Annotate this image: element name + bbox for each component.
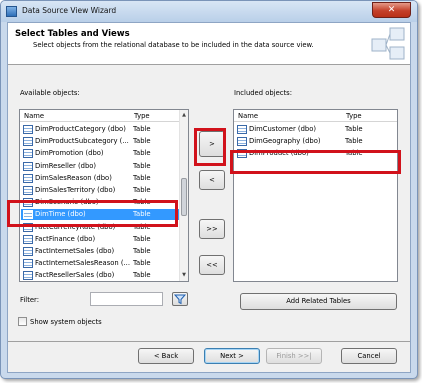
app-icon — [6, 6, 17, 17]
table-icon — [23, 173, 33, 183]
show-system-objects-checkbox[interactable] — [18, 317, 27, 326]
included-objects-list[interactable]: Name Type DimCustomer (dbo) Table DimGeogr… — [233, 109, 398, 282]
close-icon[interactable]: ✕ — [372, 2, 411, 18]
included-name-column[interactable]: Name — [238, 112, 258, 120]
included-column-header: Name Type — [234, 110, 397, 122]
window-title: Data Source View Wizard — [22, 6, 117, 15]
table-icon — [23, 125, 33, 134]
available-row-name: DimProductCategory (dbo) — [35, 125, 126, 133]
available-objects-list[interactable]: Name Type ▲ ▼ DimProductCategory (dbo) Ta… — [19, 109, 189, 282]
available-row-type: Table — [133, 247, 151, 255]
available-row-name: DimPromotion (dbo) — [35, 149, 104, 158]
available-row[interactable]: FactFinance (dbo) Table — [21, 234, 179, 245]
page-title: Select Tables and Views — [15, 29, 130, 39]
available-row-type: Table — [133, 271, 151, 280]
remove-button[interactable]: < — [199, 170, 225, 190]
included-row[interactable]: DimCustomer (dbo) Table — [235, 124, 397, 135]
add-related-tables-button[interactable]: Add Related Tables — [240, 293, 397, 310]
available-row[interactable]: DimReseller (dbo) Table — [21, 161, 179, 172]
cancel-button[interactable]: Cancel — [341, 348, 397, 364]
filter-input[interactable] — [90, 292, 163, 306]
wizard-window: Data Source View Wizard ✕ Select Tables … — [0, 0, 418, 379]
available-row-name: FactFinance (dbo) — [35, 234, 96, 243]
table-icon — [23, 234, 33, 244]
available-row-type: Table — [133, 259, 151, 268]
available-row-type: Table — [133, 149, 151, 158]
wizard-header: Select Tables and Views Select objects f… — [8, 23, 410, 65]
highlight-box-included-slot — [230, 150, 401, 174]
available-row[interactable]: FactResellerSales (dbo) Table — [21, 270, 179, 281]
included-objects-label: Included objects: — [234, 89, 292, 97]
back-button[interactable]: < Back — [138, 348, 194, 364]
available-row[interactable]: DimPromotion (dbo) Table — [21, 148, 179, 159]
table-icon — [23, 137, 33, 147]
included-row-type: Table — [345, 137, 363, 146]
available-row-name: DimSalesReason (dbo) — [35, 173, 112, 182]
available-row-type: Table — [133, 186, 151, 194]
footer-divider — [8, 341, 410, 342]
available-row-name: DimSalesTerritory (dbo) — [35, 186, 116, 194]
tables-graphic-icon — [371, 27, 405, 60]
table-icon — [23, 247, 33, 256]
available-row[interactable]: DimSalesTerritory (dbo) Table — [21, 185, 179, 196]
add-all-button[interactable]: >> — [199, 219, 225, 239]
available-row-name: DimProductSubcategory (... — [35, 137, 129, 146]
remove-all-button[interactable]: << — [199, 255, 225, 275]
scroll-down-icon[interactable]: ▼ — [180, 271, 188, 280]
included-type-column[interactable]: Type — [346, 112, 362, 120]
available-row-type: Table — [133, 161, 151, 170]
table-icon — [23, 161, 33, 171]
title-bar: Data Source View Wizard ✕ — [1, 1, 417, 22]
highlight-box-selected-row — [7, 200, 178, 227]
available-scrollbar[interactable]: ▲ ▼ — [179, 110, 188, 281]
available-row-name: DimReseller (dbo) — [35, 161, 97, 170]
table-icon — [237, 137, 247, 147]
available-row[interactable]: DimProductSubcategory (... Table — [21, 136, 179, 147]
available-type-column[interactable]: Type — [134, 112, 150, 120]
show-system-objects-label[interactable]: Show system objects — [30, 318, 102, 326]
available-row-type: Table — [133, 234, 151, 243]
finish-button[interactable]: Finish >>| — [266, 348, 322, 364]
next-button[interactable]: Next > — [204, 348, 260, 364]
available-row-type: Table — [133, 125, 151, 133]
available-row[interactable]: DimSalesReason (dbo) Table — [21, 173, 179, 184]
table-icon — [23, 271, 33, 281]
table-icon — [23, 149, 33, 159]
filter-button[interactable] — [172, 292, 188, 306]
included-row[interactable]: DimGeography (dbo) Table — [235, 136, 397, 147]
available-row-name: FactResellerSales (dbo) — [35, 271, 115, 280]
table-icon — [237, 125, 247, 134]
wizard-content: Select Tables and Views Select objects f… — [7, 22, 411, 373]
available-row-name: FactInternetSalesReason (... — [35, 259, 130, 268]
table-icon — [23, 186, 33, 195]
available-row[interactable]: FactInternetSales (dbo) Table — [21, 246, 179, 257]
available-row[interactable]: FactInternetSalesReason (... Table — [21, 258, 179, 269]
page-subtitle: Select objects from the relational datab… — [33, 41, 314, 49]
scroll-thumb[interactable] — [181, 178, 187, 216]
available-row[interactable]: DimProductCategory (dbo) Table — [21, 124, 179, 135]
included-row-name: DimGeography (dbo) — [249, 137, 321, 146]
included-row-name: DimCustomer (dbo) — [249, 125, 317, 133]
available-row-type: Table — [133, 173, 151, 182]
available-objects-label: Available objects: — [20, 89, 80, 97]
available-row-type: Table — [133, 137, 151, 146]
available-column-header: Name Type — [20, 110, 188, 122]
filter-label: Filter: — [20, 296, 40, 304]
funnel-icon — [173, 294, 187, 305]
available-name-column[interactable]: Name — [24, 112, 44, 120]
highlight-box-add-button — [194, 128, 226, 166]
available-row-name: FactInternetSales (dbo) — [35, 247, 115, 255]
table-icon — [23, 259, 33, 269]
scroll-up-icon[interactable]: ▲ — [180, 111, 188, 120]
included-row-type: Table — [345, 125, 363, 133]
